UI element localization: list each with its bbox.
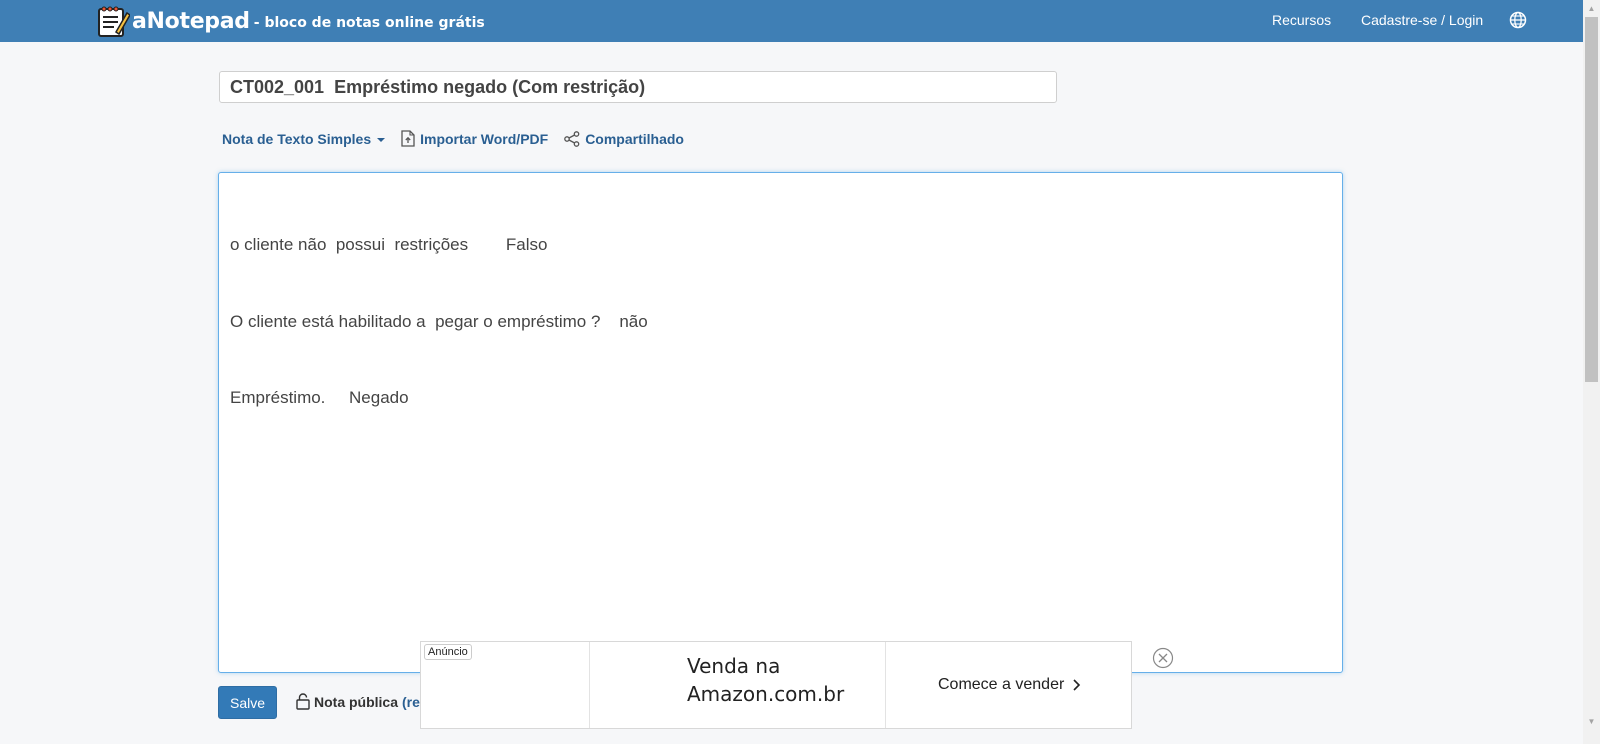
brand-tagline: - bloco de notas online grátis	[253, 15, 485, 31]
ad-headline[interactable]: Venda na Amazon.com.br	[687, 652, 844, 708]
note-line-3: Empréstimo. Negado	[230, 388, 409, 407]
nav-resources-link[interactable]: Recursos	[1272, 12, 1331, 28]
scroll-down-arrow-icon[interactable]: ▼	[1583, 713, 1600, 730]
share-button[interactable]: Compartilhado	[564, 131, 684, 147]
note-toolbar: Nota de Texto Simples Importar Word/PDF …	[222, 130, 700, 147]
caret-down-icon	[377, 137, 386, 142]
ad-banner[interactable]: Anúncio Venda na Amazon.com.br Comece a …	[420, 641, 1132, 729]
ad-divider	[589, 642, 590, 728]
note-line-1: o cliente não possui restrições Falso	[230, 235, 548, 254]
brand[interactable]: aNotepad - bloco de notas online grátis	[96, 4, 485, 38]
note-visibility[interactable]: Nota pública (re	[296, 693, 420, 710]
note-line-2: O cliente está habilitado a pegar o empr…	[230, 311, 648, 331]
notepad-logo-icon	[98, 6, 130, 37]
share-icon	[564, 130, 580, 147]
note-title-input[interactable]	[219, 71, 1057, 103]
page-scrollbar[interactable]: ▲ ▼	[1583, 0, 1600, 744]
public-note-label: Nota pública	[314, 693, 399, 710]
ad-divider	[885, 642, 886, 728]
ad-headline-line-1: Venda na	[687, 654, 781, 678]
unlock-icon	[296, 693, 310, 710]
chevron-right-icon	[1073, 679, 1081, 691]
ad-badge: Anúncio	[424, 644, 472, 660]
import-label: Importar Word/PDF	[420, 130, 549, 147]
nav-signup-login-link[interactable]: Cadastre-se / Login	[1361, 12, 1483, 28]
language-globe-icon[interactable]	[1509, 11, 1527, 29]
save-button[interactable]: Salve	[218, 686, 277, 719]
scroll-up-arrow-icon[interactable]: ▲	[1583, 0, 1600, 17]
scroll-thumb[interactable]	[1585, 17, 1598, 382]
ad-headline-line-2: Amazon.com.br	[687, 682, 845, 706]
note-type-label: Nota de Texto Simples	[222, 130, 372, 147]
ad-cta-link[interactable]: Comece a vender	[938, 676, 1082, 694]
visibility-change-link[interactable]: (re	[402, 694, 420, 710]
ad-close-icon[interactable]	[1152, 647, 1174, 669]
top-navbar: aNotepad - bloco de notas online grátis …	[0, 0, 1583, 42]
file-upload-icon	[401, 130, 415, 147]
note-content-textarea[interactable]: o cliente não possui restrições Falso O …	[218, 172, 1343, 673]
brand-name[interactable]: aNotepad	[132, 9, 250, 34]
share-label: Compartilhado	[585, 130, 684, 147]
ad-cta-label: Comece a vender	[938, 676, 1065, 693]
note-type-dropdown[interactable]: Nota de Texto Simples	[222, 130, 386, 147]
import-word-pdf-button[interactable]: Importar Word/PDF	[401, 130, 548, 147]
